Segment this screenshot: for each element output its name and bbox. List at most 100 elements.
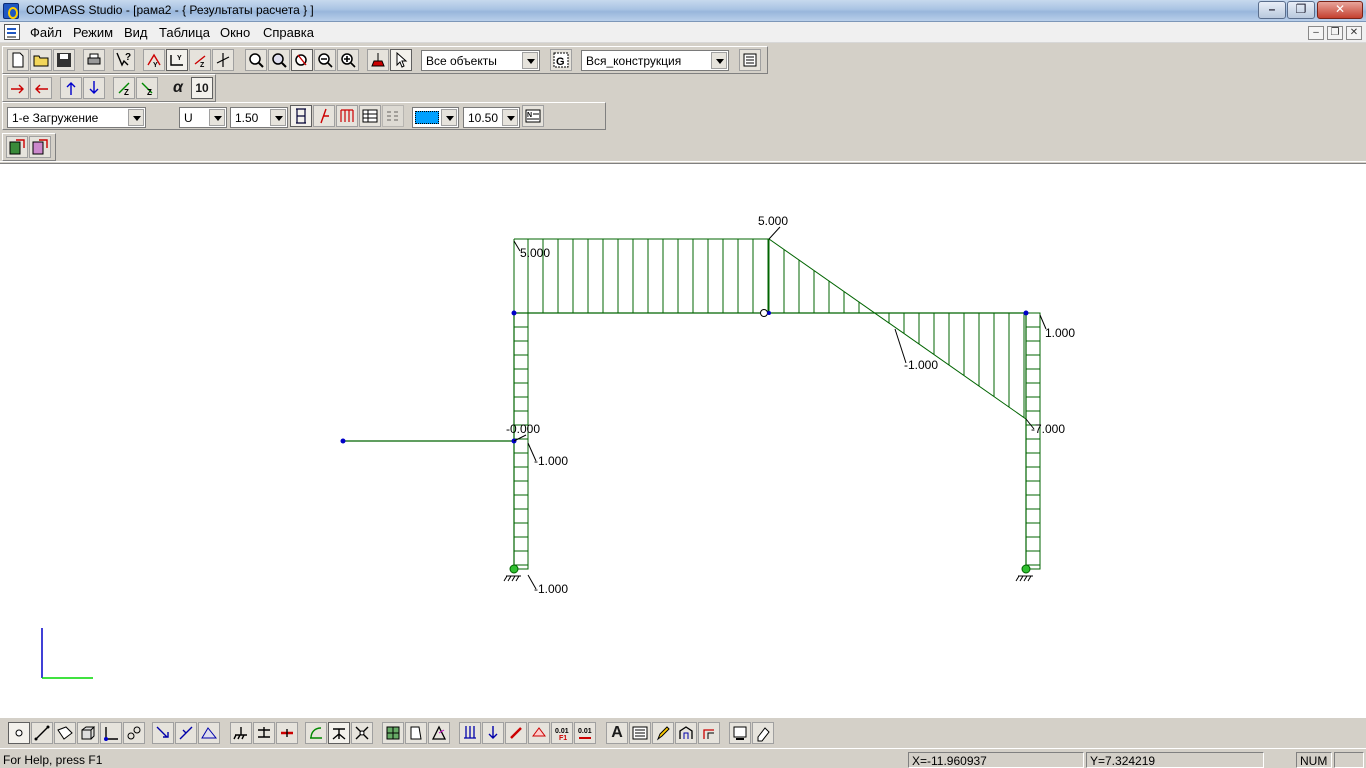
mdi-close-icon[interactable]: ✕	[1346, 26, 1362, 40]
orientation-icon[interactable]	[428, 722, 450, 744]
numbering-icon[interactable]: N	[522, 105, 544, 127]
menu-file[interactable]: Файл	[30, 25, 62, 40]
rotate-xz-icon[interactable]: Y	[143, 49, 165, 71]
point-load-icon[interactable]	[482, 722, 504, 744]
mdi-minimize-icon[interactable]: –	[1308, 26, 1324, 40]
support-fixed-icon[interactable]	[230, 722, 252, 744]
grid-disabled-icon[interactable]	[382, 105, 404, 127]
context-help-icon[interactable]: ?	[113, 49, 135, 71]
show-values-icon[interactable]	[313, 105, 335, 127]
rotate-z-icon[interactable]: Z	[189, 49, 211, 71]
menu-mode[interactable]: Режим	[73, 25, 113, 40]
rigidity-icon[interactable]	[305, 722, 327, 744]
load-node-icon[interactable]	[152, 722, 174, 744]
new-file-icon[interactable]	[7, 49, 29, 71]
chevron-down-icon[interactable]	[441, 109, 457, 126]
group-select-icon[interactable]: G	[550, 49, 572, 71]
chevron-down-icon[interactable]	[209, 109, 225, 126]
print-icon[interactable]	[83, 49, 105, 71]
bar-mode-icon[interactable]	[31, 722, 53, 744]
table-view-icon[interactable]	[359, 105, 381, 127]
force-f1-icon[interactable]: 0.01 F1	[551, 722, 573, 744]
zoom-out-icon[interactable]	[314, 49, 336, 71]
diagram-svg[interactable]: 5.000 5.000 1.000 -1.000 -7.000 -0.000 -…	[0, 164, 1366, 718]
plate-mode-icon[interactable]	[54, 722, 76, 744]
close-button[interactable]: ✕	[1317, 1, 1363, 19]
distributed-load-icon[interactable]	[459, 722, 481, 744]
measure-dim-icon[interactable]	[698, 722, 720, 744]
thickness-icon[interactable]	[405, 722, 427, 744]
node-mode-icon[interactable]	[8, 722, 30, 744]
marker-icon[interactable]	[367, 49, 389, 71]
minimize-button[interactable]: –	[1258, 1, 1286, 19]
zoom-icon[interactable]	[245, 49, 267, 71]
material-icon[interactable]	[382, 722, 404, 744]
hinge-node[interactable]	[760, 309, 768, 317]
open-folder-icon[interactable]	[30, 49, 52, 71]
show-diagram-icon[interactable]	[290, 105, 312, 127]
zoom-window-icon[interactable]	[268, 49, 290, 71]
font-size-select[interactable]: 10.50	[463, 107, 520, 128]
diagram-color-select[interactable]	[412, 107, 459, 128]
rotate-xy-icon[interactable]: Y	[166, 49, 188, 71]
menu-window[interactable]: Окно	[220, 25, 250, 40]
rotate-yz-icon[interactable]	[212, 49, 234, 71]
chevron-down-icon[interactable]	[711, 52, 727, 69]
leader-peak	[768, 226, 781, 240]
alpha-value-button[interactable]: 10	[191, 77, 213, 99]
chevron-down-icon[interactable]	[270, 109, 286, 126]
move-z2-icon[interactable]: Z	[136, 77, 158, 99]
section-icon[interactable]	[328, 722, 350, 744]
node-right-top[interactable]	[1023, 310, 1029, 316]
node-left-top[interactable]	[511, 310, 517, 316]
export-excel-icon[interactable]	[6, 136, 28, 158]
objects-filter-select[interactable]: Все объекты	[421, 50, 540, 71]
properties-icon[interactable]	[739, 49, 761, 71]
zoom-pan-icon[interactable]	[291, 49, 313, 71]
chevron-down-icon[interactable]	[128, 109, 144, 126]
temperature-load-icon[interactable]	[505, 722, 527, 744]
move-x2-icon[interactable]	[30, 77, 52, 99]
document-icon[interactable]	[4, 24, 20, 40]
eraser-icon[interactable]	[752, 722, 774, 744]
drawing-canvas[interactable]: 5.000 5.000 1.000 -1.000 -7.000 -0.000 -…	[0, 163, 1366, 717]
solid-mode-icon[interactable]	[77, 722, 99, 744]
zoom-in-icon[interactable]	[337, 49, 359, 71]
load-bar-icon[interactable]	[175, 722, 197, 744]
save-icon[interactable]	[53, 49, 75, 71]
pointer-icon[interactable]	[390, 49, 412, 71]
settlement-icon[interactable]	[528, 722, 550, 744]
support-spring-icon[interactable]	[276, 722, 298, 744]
mdi-restore-icon[interactable]: ❐	[1327, 26, 1343, 40]
move-y-icon[interactable]	[60, 77, 82, 99]
chevron-down-icon[interactable]	[522, 52, 538, 69]
frame-mode-icon[interactable]	[100, 722, 122, 744]
maximize-button[interactable]: ❐	[1287, 1, 1315, 19]
support-pin-icon[interactable]	[253, 722, 275, 744]
app-logo-icon	[3, 3, 19, 19]
force-group-icon[interactable]: 0.01	[574, 722, 596, 744]
measure-frame-icon[interactable]	[675, 722, 697, 744]
node-cantilever-end[interactable]	[340, 438, 346, 444]
menu-view[interactable]: Вид	[124, 25, 148, 40]
menu-help[interactable]: Справка	[263, 25, 314, 40]
chevron-down-icon[interactable]	[502, 109, 518, 126]
pencil-icon[interactable]	[652, 722, 674, 744]
export-report-icon[interactable]	[29, 136, 51, 158]
hinge-icon[interactable]	[351, 722, 373, 744]
move-y2-icon[interactable]	[83, 77, 105, 99]
text-tool-icon[interactable]: A	[606, 722, 628, 744]
text-block-icon[interactable]	[629, 722, 651, 744]
construction-select[interactable]: Вся_конструкция	[581, 50, 729, 71]
move-x-icon[interactable]	[7, 77, 29, 99]
result-type-select[interactable]: U	[179, 107, 227, 128]
move-z-icon[interactable]: Z	[113, 77, 135, 99]
scale-select[interactable]: 1.50	[230, 107, 288, 128]
show-hatch-icon[interactable]	[336, 105, 358, 127]
link-mode-icon[interactable]	[123, 722, 145, 744]
node-beam-mid[interactable]	[767, 311, 771, 315]
load-plate-icon[interactable]	[198, 722, 220, 744]
print-preview-icon[interactable]	[729, 722, 751, 744]
menu-table[interactable]: Таблица	[159, 25, 210, 40]
load-case-select[interactable]: 1-е Загружение	[7, 107, 146, 128]
